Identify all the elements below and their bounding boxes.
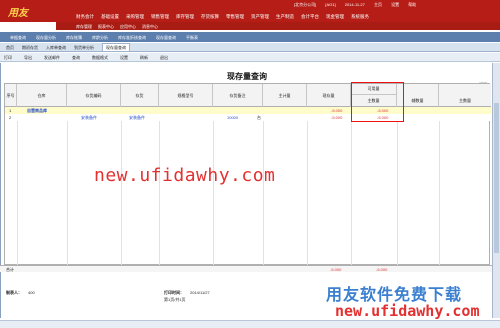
page-tab-home[interactable]: 首页 (6, 43, 14, 51)
table-header: 序号 仓库 存货编码 存货 规格型号 存货备注 主计量 现存量 可用量 主数量 … (5, 84, 491, 107)
main-menu-item[interactable]: 基础设置 (101, 12, 119, 22)
column-divider (159, 107, 160, 265)
row-stock-qty: -5.000 (331, 115, 343, 120)
header-warehouse: 仓库 (17, 84, 67, 107)
column-divider (121, 107, 122, 265)
scroll-thumb[interactable] (494, 103, 499, 253)
table-row[interactable]: 2 安装备件 安装备件 10000 台 -5.000 -5.000 (5, 114, 491, 121)
column-divider (263, 107, 264, 265)
header-aux-qty-label: 辅数量 (411, 98, 424, 103)
page-tab[interactable]: 入库单查询 (46, 43, 66, 51)
main-menu-item[interactable]: 现金管理 (326, 12, 344, 22)
header-index: 序号 (5, 84, 17, 107)
main-menu-item[interactable]: 财务会计 (76, 12, 94, 22)
table-row[interactable]: 1 自营商品库 -5.000 -5.000 (5, 107, 491, 114)
main-menu-item[interactable]: 会计平台 (301, 12, 319, 22)
header-inv-name: 存货 (121, 84, 159, 107)
home-link[interactable]: 主页 (374, 2, 382, 7)
print-time-value: 2014/11/27 (190, 290, 210, 295)
scrollbar[interactable] (492, 63, 500, 318)
nav-tab[interactable]: 库龄分析 (92, 32, 108, 42)
company-label: [北京分公司] (294, 2, 317, 7)
main-menu-item[interactable]: 销售管理 (151, 12, 169, 22)
nav-tab[interactable]: 现存量分析 (36, 32, 56, 42)
report-title: 现存量查询 (227, 72, 267, 81)
settings-button[interactable]: 设置 (120, 53, 128, 61)
sub-menu: 库存管理 报表中心 应用中心 消息中心 (56, 22, 500, 30)
main-menu-item[interactable]: 零售管理 (226, 12, 244, 22)
column-divider (307, 107, 308, 265)
nav-tab[interactable]: 平衡表 (186, 32, 198, 42)
row-inv-code[interactable]: 安装备件 (81, 114, 97, 121)
column-divider (397, 107, 398, 265)
page-tabs: 首页 期初存货 入库单查询 到货单分析 现存量查询 (0, 43, 500, 52)
column-divider (17, 107, 18, 265)
account-label: [AO1] (325, 2, 336, 7)
total-label: 合计 (6, 267, 14, 272)
status-bar (0, 320, 500, 328)
brand-watermark-url: new.ufidawhy.com (335, 302, 480, 320)
header-aux-main-label: 主数量 (459, 98, 471, 103)
main-menu: 财务会计 基础设置 采购管理 销售管理 库存管理 存货核算 零售管理 资产管理 … (76, 12, 500, 22)
main-menu-item[interactable]: 资产管理 (251, 12, 269, 22)
maker-label: 制表人： (6, 290, 22, 295)
column-divider (213, 107, 214, 265)
exit-button[interactable]: 退出 (160, 53, 168, 61)
row-unit: 台 (257, 115, 261, 120)
total-available-qty: -5.000 (376, 267, 388, 272)
sub-menu-item[interactable]: 消息中心 (142, 22, 158, 30)
page-tab[interactable]: 到货单分析 (74, 43, 94, 51)
sub-menu-item[interactable]: 应用中心 (120, 22, 136, 30)
top-info: [北京分公司] [AO1] 2014-11-27 主页 设置 帮助 (294, 2, 424, 8)
header-aux-main: 主数量 (439, 84, 491, 107)
main-menu-item[interactable]: 采购管理 (126, 12, 144, 22)
nav-tab[interactable]: 库存账簿 (66, 32, 82, 42)
total-row: 合计 -5.000 -5.000 (0, 265, 492, 272)
query-button[interactable]: 查询 (72, 53, 80, 61)
header-spec: 规格型号 (159, 84, 213, 107)
header-unit: 主计量 (263, 84, 307, 107)
print-button[interactable]: 打印 (4, 53, 12, 61)
app-logo: 用友 (8, 8, 28, 19)
column-divider (67, 107, 68, 265)
nav-tab[interactable]: 现存量查询 (156, 32, 176, 42)
page-tab[interactable]: 期初存货 (22, 43, 38, 51)
page-tab-active[interactable]: 现存量查询 (102, 43, 130, 51)
settings-link[interactable]: 设置 (391, 2, 399, 7)
row-remark: 10000 (227, 115, 239, 120)
row-stock-qty: -5.000 (331, 108, 343, 113)
export-button[interactable]: 导出 (24, 53, 32, 61)
date-label: 2014-11-27 (344, 2, 365, 7)
row-inv-name[interactable]: 安装备件 (129, 114, 145, 121)
annotation-highlight-box (351, 82, 404, 122)
row-warehouse: 自营商品库 (27, 108, 47, 113)
column-divider (439, 107, 440, 265)
header-remark: 存货备注 (213, 84, 263, 107)
format-button[interactable]: 数据格式 (92, 53, 108, 61)
nav-tab[interactable]: 库存准折核查询 (118, 32, 146, 42)
main-menu-item[interactable]: 存货核算 (201, 12, 219, 22)
header-inv-code: 存货编码 (67, 84, 121, 107)
refresh-button[interactable]: 刷新 (140, 53, 148, 61)
header-stock-qty: 现存量 (307, 84, 351, 107)
maker-value: 400 (28, 290, 35, 295)
print-time-label: 打印时间： (164, 290, 184, 295)
main-menu-item[interactable]: 系统服务 (351, 12, 369, 22)
total-stock-qty: -5.000 (330, 267, 342, 272)
main-menu-item[interactable]: 生产制造 (276, 12, 294, 22)
help-link[interactable]: 帮助 (408, 2, 416, 7)
watermark-url: new.ufidawhy.com (94, 165, 276, 186)
toolbar: 打印 导出 发送邮件 查询 数据格式 设置 刷新 退出 (0, 53, 500, 62)
sub-menu-item[interactable]: 库存管理 (76, 22, 92, 30)
nav-tabs: 单据查询 现存量分析 库存账簿 库龄分析 库存准折核查询 现存量查询 平衡表 (0, 32, 500, 42)
row-index: 1 (9, 108, 12, 113)
sub-menu-item[interactable]: 报表中心 (98, 22, 114, 30)
row-index: 2 (9, 115, 12, 120)
main-menu-item[interactable]: 库存管理 (176, 12, 194, 22)
nav-tab[interactable]: 单据查询 (10, 32, 26, 42)
page-indicator: 第1页/共1页 (164, 297, 186, 302)
email-button[interactable]: 发送邮件 (44, 53, 60, 61)
column-divider (351, 107, 352, 265)
